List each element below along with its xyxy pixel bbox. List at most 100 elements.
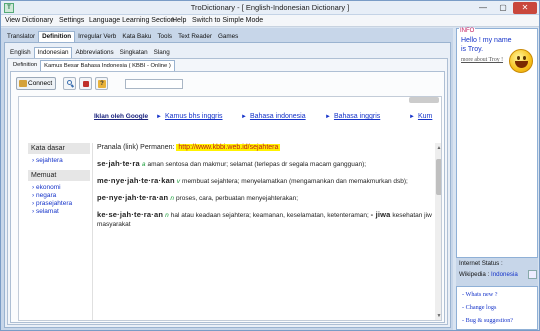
- tab-games[interactable]: Games: [215, 31, 241, 42]
- maximize-button[interactable]: ▢: [493, 2, 513, 14]
- arrow-right-icon: ►: [241, 114, 247, 120]
- language-tabs: English Indonesian Abbreviations Singkatan S…: [7, 47, 173, 58]
- definition-content: Pranala (link) Permanen: http://www.kbbi…: [97, 144, 437, 320]
- scroll-down-icon[interactable]: ▼: [436, 313, 441, 319]
- tab-kata-baku[interactable]: Kata Baku: [119, 31, 154, 42]
- web-browser[interactable]: Iklan oleh Google ► Kamus bhs inggris ► Ba…: [18, 96, 442, 321]
- window-title: TroDictionary - [ English-Indonesian Dic…: [190, 3, 350, 12]
- whats-new-link[interactable]: - Whats new ?: [462, 291, 497, 298]
- connect-button[interactable]: Connect: [16, 77, 56, 90]
- menu-help[interactable]: Help: [172, 17, 186, 24]
- tab-english[interactable]: English: [7, 47, 34, 58]
- menu-language-learning[interactable]: Language Learning Section: [89, 17, 175, 24]
- tab-abbreviations[interactable]: Abbreviations: [72, 47, 116, 58]
- tab-tools[interactable]: Tools: [154, 31, 175, 42]
- entry-word: me·nye·jah·te·ra·kan: [97, 176, 175, 185]
- help-icon: ?: [98, 80, 106, 88]
- vertical-scrollbar[interactable]: ▲ ▼: [435, 143, 441, 320]
- tab-irregular-verb[interactable]: Irregular Verb: [75, 31, 119, 42]
- main-tabs: Translator Definition Irregular Verb Kata B…: [4, 31, 241, 42]
- menu-bar: View Dictionary Settings Language Learni…: [1, 15, 539, 27]
- memuat-heading: Memuat: [28, 170, 90, 181]
- address-field[interactable]: [125, 79, 183, 89]
- scroll-thumb[interactable]: [436, 159, 441, 195]
- entry-word: se·jah·te·ra: [97, 159, 140, 168]
- column-divider: [92, 143, 93, 320]
- scroll-up-icon[interactable]: ▲: [436, 145, 441, 151]
- entry-word: pe·nye·jah·te·ra·an: [97, 193, 169, 202]
- search-icon-handle: [70, 84, 75, 88]
- entry-word: ke·se·jah·te·ra·an: [97, 210, 164, 219]
- permalink: Pranala (link) Permanen: http://www.kbbi…: [97, 144, 434, 151]
- change-logs-link[interactable]: - Change logs: [462, 304, 496, 311]
- entry-subword: - jiwa: [370, 210, 391, 219]
- entry-definition: proses, cara, perbuatan menyejahterakan;: [175, 195, 299, 202]
- main-area: Translator Definition Irregular Verb Kata B…: [1, 28, 453, 330]
- tab-indonesian[interactable]: Indonesian: [33, 47, 73, 58]
- search-button[interactable]: [63, 77, 76, 90]
- nav-link-bahasa-indonesia[interactable]: ► Bahasa indonesia: [241, 113, 306, 120]
- wikipedia-settings-icon[interactable]: [528, 270, 537, 279]
- entry-pos: n: [165, 212, 169, 219]
- wikipedia-language[interactable]: Indonesia: [491, 271, 518, 278]
- app-window: T TroDictionary - [ English-Indonesian D…: [0, 0, 540, 331]
- tab-definition[interactable]: Definition: [38, 31, 76, 42]
- entry-pos: v: [176, 178, 181, 185]
- links-box: - Whats new ? - Change logs - Bug & sugg…: [456, 286, 538, 330]
- entry-definition: aman sentosa dan makmur; selamat (terlep…: [147, 161, 367, 168]
- tab-singkatan[interactable]: Singkatan: [117, 47, 151, 58]
- hello-text: Hello ! my name is Troy.: [461, 37, 512, 53]
- entry-definition: membuat sejahtera; menyelamatkan (mengam…: [182, 178, 408, 185]
- connect-label: Connect: [28, 80, 53, 87]
- stop-icon: [83, 81, 89, 87]
- memuat-link[interactable]: › selamat: [28, 208, 90, 216]
- tab-slang[interactable]: Slang: [151, 47, 173, 58]
- entry-1: me·nye·jah·te·ra·kan v membuat sejahtera; …: [97, 176, 437, 186]
- memuat-link[interactable]: › negara: [28, 192, 90, 200]
- entry-3: ke·se·jah·te·ra·an n hal atau keadaan seja…: [97, 210, 437, 229]
- ad-strip: Iklan oleh Google ► Kamus bhs inggris ► Ba…: [19, 97, 441, 125]
- entry-definition: hal atau keadaan sejahtera; keamanan, ke…: [170, 212, 369, 219]
- bug-suggestion-link[interactable]: - Bug & suggestion?: [462, 317, 513, 324]
- memuat-link[interactable]: › prasejahtera: [28, 200, 90, 208]
- info-box: INFO Hello ! my name is Troy. more about…: [456, 28, 538, 258]
- menu-view-dictionary[interactable]: View Dictionary: [5, 17, 53, 24]
- close-button[interactable]: ✕: [513, 2, 537, 14]
- permalink-url[interactable]: http://www.kbbi.web.id/sejahtera: [176, 144, 281, 151]
- permalink-label: Pranala (link) Permanen:: [97, 144, 175, 151]
- kbbi-toolbar: Connect ?: [13, 75, 441, 93]
- info-label: INFO: [459, 28, 476, 34]
- kata-dasar-heading: Kata dasar: [28, 143, 90, 154]
- more-about-link[interactable]: more about Troy !: [461, 57, 503, 63]
- tab-definition-sub[interactable]: Definition: [10, 60, 40, 71]
- help-button[interactable]: ?: [95, 77, 108, 90]
- entry-pos: a: [141, 161, 146, 168]
- stop-button[interactable]: [79, 77, 92, 90]
- minimize-button[interactable]: —: [473, 2, 493, 14]
- ad-scrollbar[interactable]: [409, 97, 439, 103]
- title-bar[interactable]: T TroDictionary - [ English-Indonesian D…: [1, 1, 539, 15]
- tab-text-reader[interactable]: Text Reader: [175, 31, 215, 42]
- arrow-right-icon: ►: [156, 114, 162, 120]
- wikipedia-label: Wikipedia :: [459, 271, 490, 278]
- tab-translator[interactable]: Translator: [4, 31, 38, 42]
- entry-2: pe·nye·jah·te·ra·an n proses, cara, perbua…: [97, 193, 437, 203]
- tab-kbbi-online[interactable]: Kamus Besar Bahasa Indonesia ( KBBI - On…: [40, 60, 175, 71]
- nav-link-kamus-bhs-inggris[interactable]: ► Kamus bhs inggris: [156, 113, 223, 120]
- kata-dasar-link[interactable]: › sejahtera: [28, 157, 90, 165]
- nav-link-bahasa-inggris[interactable]: ► Bahasa inggris: [325, 113, 380, 120]
- arrow-right-icon: ►: [409, 114, 415, 120]
- nav-link-kum[interactable]: ► Kum: [409, 113, 432, 120]
- arrow-right-icon: ►: [325, 114, 331, 120]
- kbbi-sidebar: Kata dasar › sejahtera Memuat › ekonomi …: [28, 143, 90, 320]
- internet-status: Internet Status :: [459, 260, 503, 267]
- menu-switch-simple-mode[interactable]: Switch to Simple Mode: [192, 17, 263, 24]
- right-panel: INFO Hello ! my name is Troy. more about…: [456, 28, 538, 330]
- entry-0: se·jah·te·ra a aman sentosa dan makmur; se…: [97, 159, 437, 169]
- plug-icon: [19, 80, 27, 87]
- source-tabs: Definition Kamus Besar Bahasa Indonesia (…: [10, 60, 175, 71]
- smiley-icon: [509, 49, 533, 73]
- ad-label[interactable]: Iklan oleh Google: [94, 113, 148, 120]
- menu-settings[interactable]: Settings: [59, 17, 84, 24]
- memuat-link[interactable]: › ekonomi: [28, 184, 90, 192]
